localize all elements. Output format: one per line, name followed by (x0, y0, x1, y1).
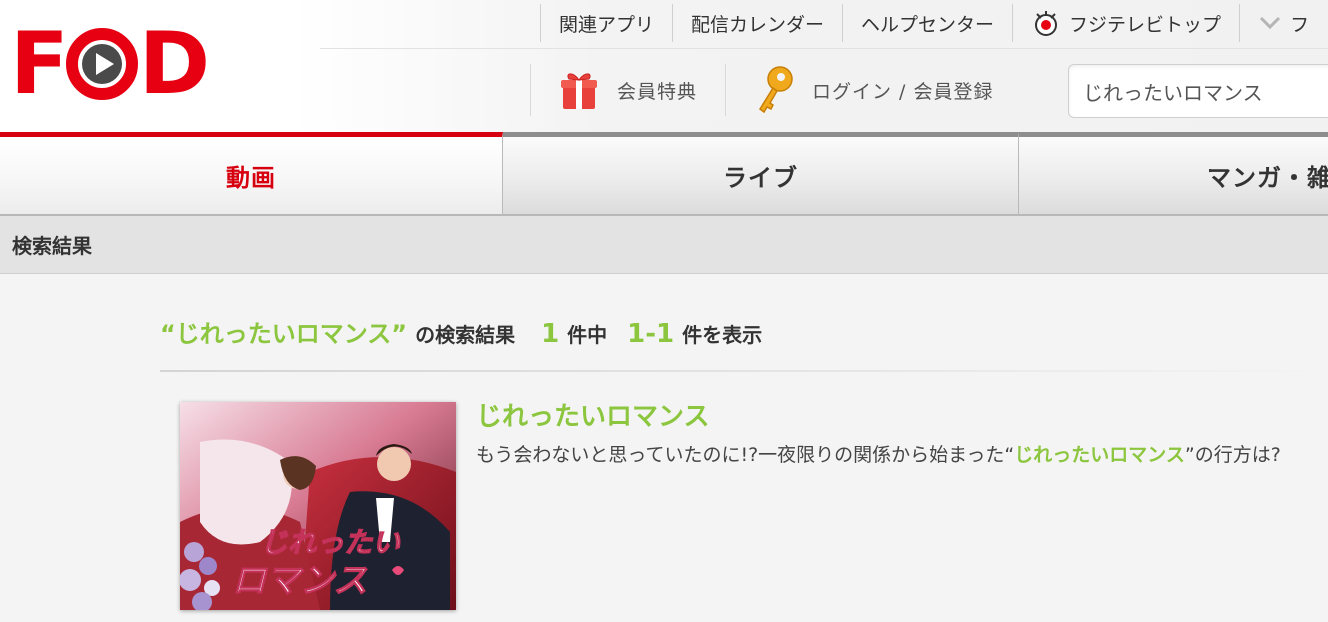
chevron-down-icon (1258, 15, 1282, 31)
summary-results-label: の検索結果 (415, 323, 516, 347)
header: F D 関連アプリ 配信カレンダー ヘルプセンター フジテレビトップ フ 会員特… (0, 0, 1328, 134)
result-desc-after: ”の行方は? (1184, 444, 1281, 466)
thumb-title-line2: ロマンス (232, 561, 367, 601)
play-icon (65, 28, 138, 100)
member-benefits-link[interactable]: 会員特典 (530, 64, 725, 116)
summary-total-label: 件中 (567, 323, 608, 347)
tab-video-label: 動画 (226, 164, 276, 192)
category-tabs: 動画 ライブ マンガ・雑誌 (0, 132, 1328, 216)
summary-divider (160, 370, 1328, 372)
thumb-title-line1: じれったい (260, 526, 401, 559)
member-navigation: 会員特典 ログイン / 会員登録 (530, 64, 1022, 116)
tab-video[interactable]: 動画 (0, 132, 503, 216)
login-register-label: ログイン / 会員登録 (812, 80, 994, 103)
summary-range: 1-1 (627, 319, 675, 349)
schedule-calendar-link[interactable]: 配信カレンダー (672, 4, 842, 42)
member-benefits-label: 会員特典 (617, 80, 698, 103)
search-results-heading: 検索結果 (12, 234, 92, 258)
related-apps-label: 関連アプリ (559, 13, 655, 36)
login-register-link[interactable]: ログイン / 会員登録 (725, 64, 1021, 116)
more-menu-label: フ (1290, 13, 1310, 36)
result-desc-before: もう会わないと思っていたのに!?一夜限りの関係から始まった“ (476, 444, 1015, 466)
header-divider (320, 48, 1328, 49)
tab-live-label: ライブ (723, 164, 798, 192)
result-desc-keyword: じれったいロマンス (1014, 444, 1185, 466)
help-center-link[interactable]: ヘルプセンター (842, 4, 1012, 42)
result-thumbnail[interactable]: じれったい ロマンス (180, 402, 456, 610)
logo-letter-f: F (10, 14, 69, 114)
summary-keyword: “じれったいロマンス” (160, 320, 408, 348)
tab-manga-magazine[interactable]: マンガ・雑誌 (1019, 132, 1328, 216)
results-summary: “じれったいロマンス” の検索結果 1 件中 1-1 件を表示 (160, 314, 762, 354)
schedule-calendar-label: 配信カレンダー (691, 13, 825, 36)
summary-range-label: 件を表示 (682, 323, 763, 347)
help-center-label: ヘルプセンター (861, 13, 995, 36)
top-navigation: 関連アプリ 配信カレンダー ヘルプセンター フジテレビトップ フ (540, 4, 1327, 42)
fujitv-eye-icon (1031, 8, 1061, 38)
key-icon (754, 65, 794, 115)
related-apps-link[interactable]: 関連アプリ (540, 4, 672, 42)
search-results-header: 検索結果 (0, 216, 1328, 274)
fujitv-top-label: フジテレビトップ (1069, 13, 1222, 36)
tab-live[interactable]: ライブ (503, 132, 1019, 216)
fod-logo[interactable]: F D (10, 14, 210, 114)
logo-letter-d: D (138, 14, 210, 114)
search-input[interactable] (1068, 64, 1328, 118)
result-description: もう会わないと思っていたのに!?一夜限りの関係から始まった“じれったいロマンス”… (476, 440, 1328, 467)
summary-total-count: 1 (541, 319, 560, 349)
tab-manga-label: マンガ・雑誌 (1207, 164, 1328, 192)
fujitv-top-link[interactable]: フジテレビトップ (1012, 4, 1239, 42)
result-title-link[interactable]: じれったいロマンス (476, 396, 709, 433)
gift-icon (559, 69, 599, 111)
more-menu-link[interactable]: フ (1239, 4, 1327, 42)
